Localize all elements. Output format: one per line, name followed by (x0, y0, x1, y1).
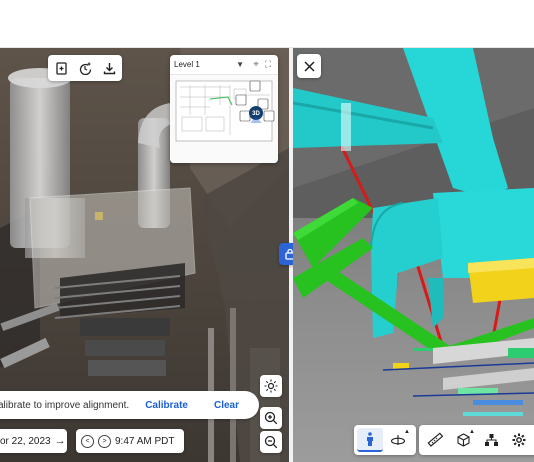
settings-gear-icon[interactable] (506, 428, 532, 452)
zoom-out-icon[interactable] (260, 431, 282, 453)
chevron-left-icon[interactable]: < (81, 434, 94, 448)
clear-button[interactable]: Clear (214, 400, 239, 411)
measure-ruler-icon[interactable] (422, 428, 448, 452)
hierarchy-icon[interactable] (478, 428, 504, 452)
calibration-message: alibrate to improve alignment. (0, 399, 130, 411)
chevron-down-icon[interactable]: ▼ (236, 60, 244, 69)
level-select[interactable]: Level 1 (174, 60, 236, 69)
walk-person-icon[interactable] (357, 428, 383, 452)
floorplan-minimap[interactable]: Level 1 ▼ ⌖ ⛶ 3D (170, 55, 278, 163)
position-badge: 3D (252, 111, 260, 117)
navigation-mode-toolbar: ▲ (354, 425, 416, 455)
close-icon[interactable] (297, 54, 321, 78)
chevron-up-icon: ▲ (469, 429, 475, 435)
top-bar (0, 0, 534, 48)
photo-toolbar (48, 55, 122, 81)
minimap-header: Level 1 ▼ ⌖ ⛶ (170, 55, 278, 75)
capture-time-selector: < > 9:47 AM PDT (76, 429, 184, 453)
capture-date: or 22, 2023 (0, 435, 51, 447)
arrow-right-icon[interactable]: → (55, 435, 66, 447)
download-icon[interactable] (98, 57, 120, 79)
calibrate-button[interactable]: Calibrate (145, 400, 188, 411)
add-page-icon[interactable] (50, 57, 72, 79)
capture-time: 9:47 AM PDT (115, 435, 175, 447)
chevron-right-icon[interactable]: > (98, 434, 111, 448)
chevron-up-icon: ▲ (404, 429, 410, 435)
split-compare-viewer: Level 1 ▼ ⌖ ⛶ 3D alibrate to improve ali… (0, 0, 534, 462)
orbit-icon[interactable]: ▲ (385, 428, 411, 452)
cube-layers-icon[interactable]: ▲ (450, 428, 476, 452)
brightness-icon[interactable] (260, 375, 282, 397)
bim-model-pane[interactable]: ▲ ▲ (293, 48, 534, 462)
capture-date-selector[interactable]: or 22, 2023 → (0, 429, 67, 453)
fullscreen-icon[interactable]: ⛶ (262, 59, 274, 71)
calibration-banner: alibrate to improve alignment. Calibrate… (0, 391, 259, 419)
zoom-in-icon[interactable] (260, 407, 282, 429)
site-photo-pane[interactable]: Level 1 ▼ ⌖ ⛶ 3D alibrate to improve ali… (0, 48, 289, 462)
crosshair-icon[interactable]: ⌖ (250, 59, 262, 71)
tools-toolbar: ▲ (419, 425, 534, 455)
bim-model-view (293, 48, 534, 416)
floor-plan[interactable]: 3D (170, 75, 278, 163)
clock-plus-icon[interactable] (74, 57, 96, 79)
